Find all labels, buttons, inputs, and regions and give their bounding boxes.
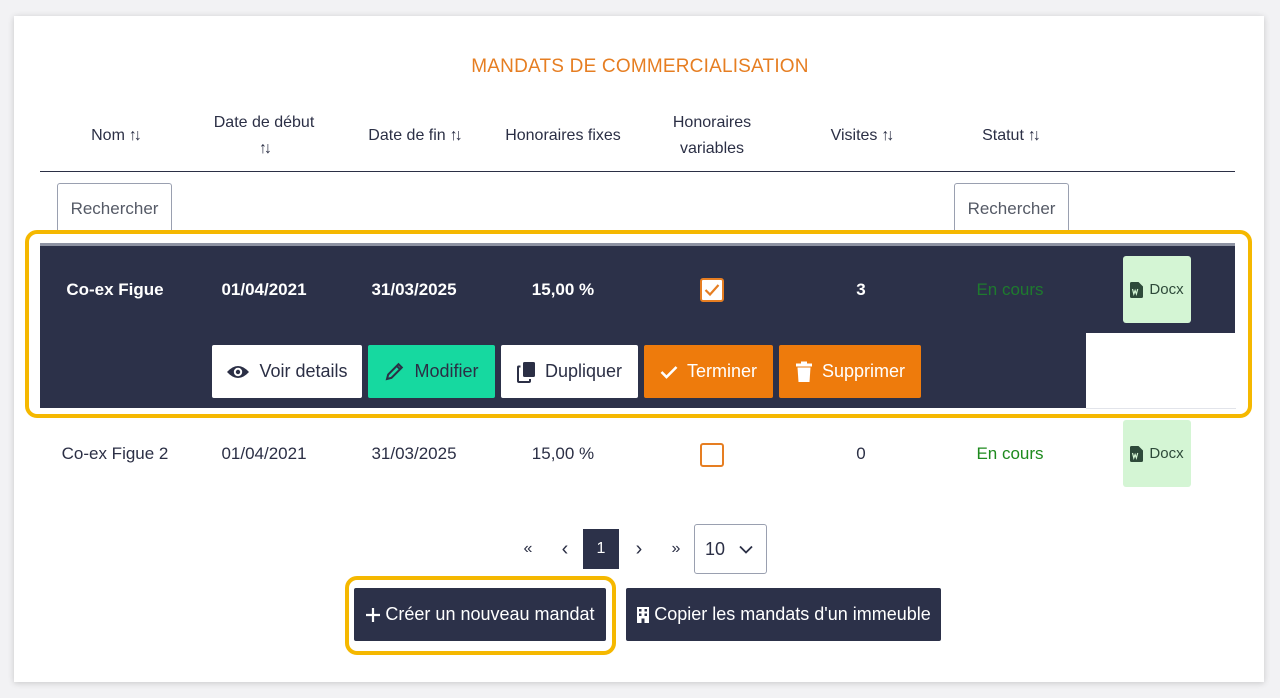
column-header-honoraires-variables: Honoraires variables bbox=[650, 108, 774, 164]
building-icon bbox=[637, 606, 650, 623]
search-nom-button[interactable]: Rechercher bbox=[57, 183, 172, 233]
docx-label: Docx bbox=[1149, 445, 1184, 462]
next-page-button[interactable]: › bbox=[626, 529, 652, 569]
column-label: Honoraires fixes bbox=[505, 127, 621, 144]
prev-page-button[interactable]: ‹ bbox=[552, 529, 578, 569]
column-header-visites[interactable]: Visites ↑↓ bbox=[806, 108, 916, 164]
column-label: Date de début bbox=[213, 114, 315, 131]
column-label: Date de fin bbox=[368, 127, 446, 144]
sort-icon[interactable]: ↑↓ bbox=[881, 127, 894, 144]
cell-nom: Co-ex Figue 2 bbox=[61, 444, 169, 463]
column-label: Honoraires bbox=[672, 114, 752, 131]
selected-row-highlight bbox=[25, 230, 1252, 418]
column-label: variables bbox=[679, 140, 745, 157]
cell-visites: 0 bbox=[856, 444, 866, 463]
cell-date-debut: 01/04/2021 bbox=[221, 444, 307, 463]
docx-button[interactable]: Docx bbox=[1123, 420, 1191, 487]
sort-icon[interactable]: ↑↓ bbox=[129, 127, 142, 144]
sort-icon[interactable]: ↑↓ bbox=[259, 136, 272, 162]
last-page-button[interactable]: » bbox=[662, 529, 690, 569]
column-label: Nom bbox=[91, 127, 125, 144]
copy-mandates-button[interactable]: Copier les mandats d'un immeuble bbox=[626, 588, 941, 641]
column-label: Statut bbox=[982, 127, 1024, 144]
sort-icon[interactable]: ↑↓ bbox=[450, 127, 463, 144]
first-page-button[interactable]: « bbox=[514, 529, 542, 569]
search-statut-button[interactable]: Rechercher bbox=[954, 183, 1069, 233]
page-title: MANDATS DE COMMERCIALISATION bbox=[471, 56, 809, 77]
column-header-statut[interactable]: Statut ↑↓ bbox=[955, 108, 1065, 164]
column-header-date-fin[interactable]: Date de fin ↑↓ bbox=[350, 108, 478, 164]
word-file-icon bbox=[1130, 445, 1144, 462]
cell-date-fin: 31/03/2025 bbox=[371, 444, 457, 463]
page-size-value: 10 bbox=[705, 538, 726, 559]
page-size-select[interactable]: 10 bbox=[694, 524, 767, 574]
cell-honoraires-fixes: 15,00 % bbox=[531, 444, 595, 463]
column-header-date-debut[interactable]: Date de début ↑↓ bbox=[200, 108, 328, 164]
chevron-down-icon bbox=[739, 545, 753, 554]
current-page-button[interactable]: 1 bbox=[583, 529, 619, 569]
honoraires-variables-checkbox[interactable] bbox=[700, 443, 724, 467]
button-label: Copier les mandats d'un immeuble bbox=[654, 604, 931, 624]
column-header-honoraires-fixes: Honoraires fixes bbox=[492, 108, 634, 164]
column-header-nom[interactable]: Nom ↑↓ bbox=[60, 108, 170, 164]
column-label: Visites bbox=[830, 127, 878, 144]
header-divider bbox=[40, 171, 1235, 172]
status-badge: En cours bbox=[976, 444, 1044, 463]
create-button-highlight bbox=[345, 576, 616, 655]
sort-icon[interactable]: ↑↓ bbox=[1028, 127, 1041, 144]
